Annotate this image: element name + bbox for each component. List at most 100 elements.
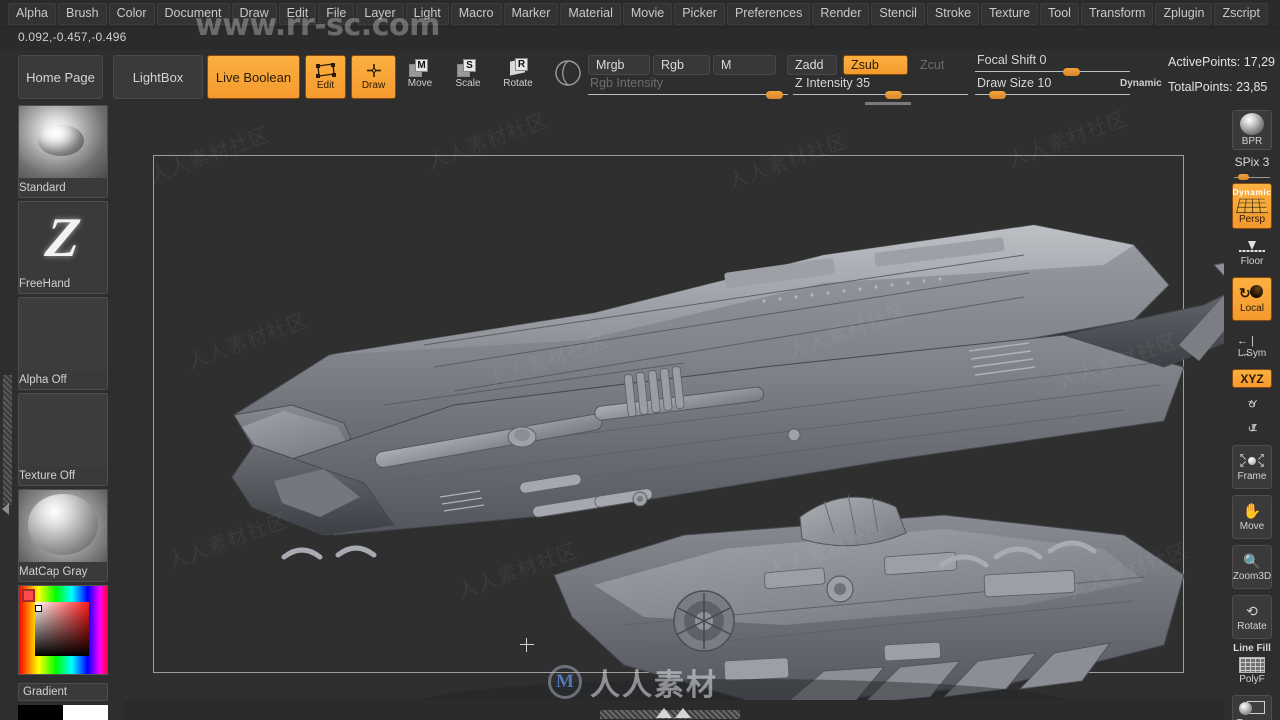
focal-shift-knob[interactable] xyxy=(1063,68,1080,76)
magnifier-icon: 🔍 xyxy=(1243,552,1261,569)
material-preview-button[interactable] xyxy=(550,55,586,99)
left-palette-collapse-arrow-icon[interactable] xyxy=(2,503,9,515)
menu-item-layer[interactable]: Layer xyxy=(356,2,404,25)
draw-size-slider[interactable]: Draw Size 10 xyxy=(975,76,1130,99)
active-points-label: ActivePoints: 17,29 xyxy=(1168,55,1276,69)
menu-item-color[interactable]: Color xyxy=(108,2,155,25)
spix-knob[interactable] xyxy=(1238,174,1249,180)
swatch-black[interactable] xyxy=(18,705,63,720)
stroke-slot[interactable]: Z FreeHand xyxy=(18,201,108,294)
draw-button[interactable]: Draw xyxy=(351,55,396,99)
menu-item-edit[interactable]: Edit xyxy=(278,2,317,25)
lsym-button[interactable]: ← | → L.Sym xyxy=(1232,331,1272,363)
persp-button[interactable]: Dynamic Persp xyxy=(1232,183,1272,229)
menu-item-document[interactable]: Document xyxy=(156,2,230,25)
bpr-button[interactable]: BPR xyxy=(1232,110,1272,150)
menu-item-stroke[interactable]: Stroke xyxy=(926,2,980,25)
z-rotate-button[interactable]: ↺ Z xyxy=(1232,419,1272,439)
menu-item-material[interactable]: Material xyxy=(560,2,621,25)
home-page-button[interactable]: Home Page xyxy=(18,55,103,99)
gradient-label: Gradient xyxy=(18,683,108,701)
z-intensity-knob[interactable] xyxy=(885,91,902,99)
transparency-icon xyxy=(1239,701,1265,717)
color-picker[interactable] xyxy=(18,585,108,675)
alpha-slot[interactable]: Alpha Off xyxy=(18,297,108,390)
zsub-button[interactable]: Zsub xyxy=(843,55,908,75)
draw-size-knob[interactable] xyxy=(989,91,1006,99)
menu-item-stencil[interactable]: Stencil xyxy=(871,2,925,25)
left-palette-scrollbar[interactable] xyxy=(3,375,12,505)
frame-button[interactable]: ↖ ↗ ↙ ↘ Frame xyxy=(1232,445,1272,489)
spix-slider[interactable] xyxy=(1234,173,1270,181)
mrgb-button[interactable]: Mrgb xyxy=(588,55,650,75)
brush-slot[interactable]: Standard xyxy=(18,105,108,198)
document-canvas[interactable]: 人人素材社区 人人素材社区 人人素材社区 人人素材社区 人人素材社区 人人素材社… xyxy=(124,105,1224,700)
menu-item-texture[interactable]: Texture xyxy=(981,2,1039,25)
floor-label: Floor xyxy=(1240,256,1264,267)
texture-slot[interactable]: Texture Off xyxy=(18,393,108,486)
menu-item-zscript[interactable]: Zscript xyxy=(1214,2,1268,25)
scroll-up-arrow-icon[interactable] xyxy=(655,708,672,718)
color-selection-marker[interactable] xyxy=(22,589,35,602)
rgb-intensity-knob[interactable] xyxy=(766,91,783,99)
draw-size-label: Draw Size 10 xyxy=(977,76,1052,90)
scale-key: S xyxy=(463,59,476,72)
brush-label: Standard xyxy=(19,182,66,194)
menu-item-render[interactable]: Render xyxy=(812,2,870,25)
rgb-intensity-slider[interactable]: Rgb Intensity xyxy=(588,76,788,99)
scroll-up-arrow-icon-2[interactable] xyxy=(674,708,691,718)
move-button[interactable]: M Move xyxy=(402,55,438,99)
polyframe-button[interactable]: PolyF xyxy=(1232,653,1272,689)
polyframe-icon xyxy=(1239,657,1265,673)
swatch-white[interactable] xyxy=(63,705,108,720)
rotate-3d-icon: ⟲ xyxy=(1246,602,1258,619)
scale-icon: S xyxy=(457,59,479,77)
move-3d-button[interactable]: ✋ Move xyxy=(1232,495,1272,539)
total-points-label: TotalPoints: 23,85 xyxy=(1168,80,1268,94)
spaceship-model[interactable] xyxy=(124,105,1224,700)
menu-item-tool[interactable]: Tool xyxy=(1040,2,1079,25)
menu-item-picker[interactable]: Picker xyxy=(674,2,725,25)
transp-button[interactable]: Transp xyxy=(1232,695,1272,720)
zadd-button[interactable]: Zadd xyxy=(787,55,837,75)
material-slot[interactable]: MatCap Gray xyxy=(18,489,108,582)
top-toolbar: Home Page LightBox Live Boolean Edit Dra… xyxy=(0,50,1280,105)
menu-item-light[interactable]: Light xyxy=(405,2,449,25)
menu-item-preferences[interactable]: Preferences xyxy=(726,2,811,25)
menu-item-zplugin[interactable]: Zplugin xyxy=(1155,2,1213,25)
spix-label[interactable]: SPix 3 xyxy=(1224,155,1280,169)
live-boolean-button[interactable]: Live Boolean xyxy=(207,55,300,99)
rotate-button[interactable]: R Rotate xyxy=(500,55,536,99)
focal-shift-slider[interactable]: Focal Shift 0 xyxy=(975,53,1130,76)
edit-icon xyxy=(315,63,337,79)
menu-item-transform[interactable]: Transform xyxy=(1080,2,1154,25)
rotate-3d-button[interactable]: ⟲ Rotate xyxy=(1232,595,1272,639)
lightbox-button[interactable]: LightBox xyxy=(113,55,203,99)
color-gradient-square[interactable] xyxy=(34,601,90,657)
color-swatches[interactable] xyxy=(18,705,108,720)
menu-item-marker[interactable]: Marker xyxy=(503,2,559,25)
menu-item-draw[interactable]: Draw xyxy=(231,2,277,25)
rgb-button[interactable]: Rgb xyxy=(653,55,710,75)
local-button[interactable]: ↻ Local xyxy=(1232,277,1272,321)
spaceship-render xyxy=(231,224,1224,700)
zoom3d-button[interactable]: 🔍 Zoom3D xyxy=(1232,545,1272,589)
canvas-scroll-arrows[interactable] xyxy=(655,708,691,719)
z-intensity-slider[interactable]: Z Intensity 35 xyxy=(793,76,968,99)
menu-item-alpha[interactable]: Alpha xyxy=(8,2,56,25)
floor-button[interactable]: Floor xyxy=(1232,235,1272,273)
zoom3d-label: Zoom3D xyxy=(1232,570,1272,582)
zcut-button[interactable]: Zcut xyxy=(912,55,958,75)
menu-item-brush[interactable]: Brush xyxy=(57,2,107,25)
color-cursor-dot[interactable] xyxy=(34,605,42,613)
menu-item-movie[interactable]: Movie xyxy=(622,2,673,25)
m-button[interactable]: M xyxy=(713,55,776,75)
edit-button[interactable]: Edit xyxy=(305,55,346,99)
y-rotate-button[interactable]: ↻ Y xyxy=(1232,395,1272,415)
rgb-intensity-track xyxy=(588,94,788,95)
menu-item-macro[interactable]: Macro xyxy=(450,2,502,25)
xyz-button[interactable]: XYZ xyxy=(1232,369,1272,388)
scale-button[interactable]: S Scale xyxy=(450,55,486,99)
dynamic-label[interactable]: Dynamic xyxy=(1120,78,1162,89)
menu-item-file[interactable]: File xyxy=(318,2,355,25)
